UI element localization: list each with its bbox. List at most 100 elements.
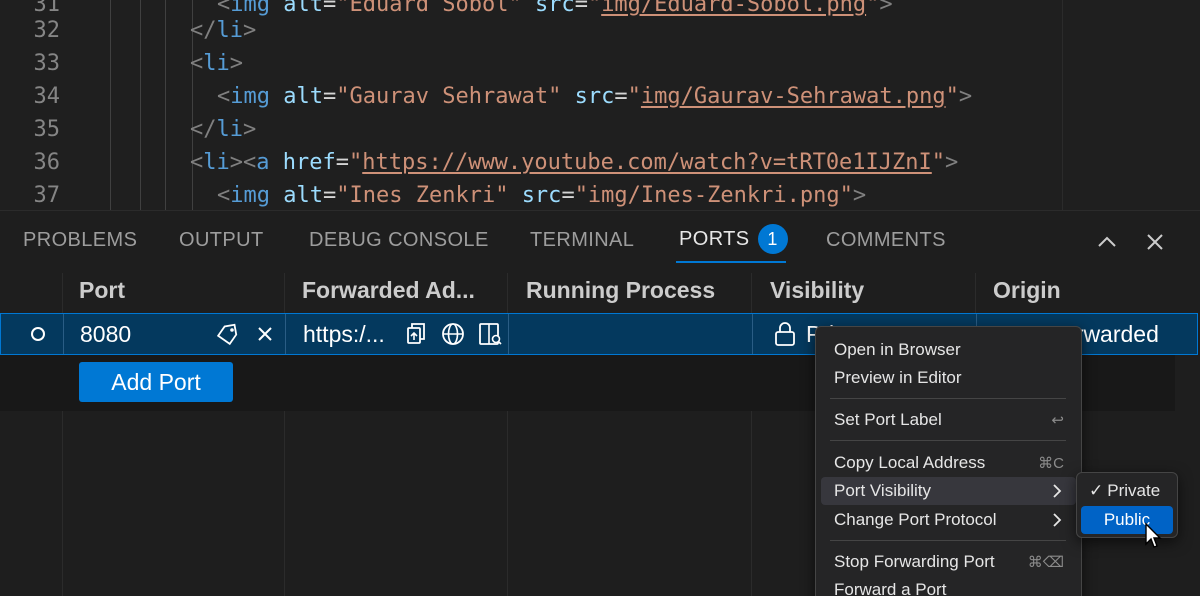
maximize-panel-button[interactable]: [1092, 227, 1122, 257]
column-header-port[interactable]: Port: [79, 277, 125, 304]
preview-in-editor-button[interactable]: [477, 314, 503, 354]
tab-problems[interactable]: PROBLEMS: [23, 229, 137, 252]
code-text: <li>: [190, 47, 243, 81]
code-token: ": [931, 150, 946, 175]
code-editor[interactable]: 31 <img alt="Eduard Sobol" src="img/Eduar…: [0, 0, 1200, 210]
code-token: ><: [229, 150, 257, 175]
code-token: </: [190, 18, 217, 43]
tab-label: TERMINAL: [530, 229, 635, 251]
code-token: li: [216, 117, 244, 142]
code-token[interactable]: img/Gaurav-Sehrawat.png: [641, 84, 946, 109]
code-line[interactable]: 33 <li>: [0, 47, 1200, 81]
code-token: li: [203, 150, 230, 175]
cell-divider: [508, 314, 509, 354]
minimap-border: [1062, 0, 1063, 210]
code-token: alt: [283, 183, 323, 208]
add-port-button[interactable]: Add Port: [79, 362, 233, 402]
check-icon: ✓: [1089, 481, 1104, 500]
submenu-item-private[interactable]: ✓ Private: [1081, 477, 1173, 505]
code-line[interactable]: 35 </li>: [0, 113, 1200, 147]
code-token: "img/Ines-Zenkri.png": [574, 183, 853, 208]
menu-separator: [830, 398, 1066, 399]
column-header-visibility[interactable]: Visibility: [770, 277, 864, 304]
menu-item-set-port-label[interactable]: Set Port Label ↩: [821, 406, 1076, 434]
code-line[interactable]: 32 </li>: [0, 14, 1200, 48]
preview-icon: [479, 323, 502, 345]
code-token: src: [574, 84, 615, 109]
tab-comments[interactable]: COMMENTS: [826, 229, 946, 252]
column-header-running-process[interactable]: Running Process: [526, 277, 715, 304]
menu-item-forward-a-port[interactable]: Forward a Port: [821, 576, 1076, 596]
code-token: >: [958, 84, 973, 109]
code-token: >: [243, 117, 257, 142]
code-line[interactable]: 36 <li><a href="https://www.youtube.com/w…: [0, 146, 1200, 180]
code-token: "Gaurav Sehrawat": [336, 84, 562, 109]
tab-label: PROBLEMS: [23, 229, 138, 251]
circle-icon: [31, 327, 45, 341]
tab-label: DEBUG CONSOLE: [309, 229, 489, 251]
ports-count-badge: 1: [757, 224, 788, 254]
chevron-right-icon: [1053, 513, 1062, 527]
menu-item-port-visibility[interactable]: Port Visibility: [821, 477, 1076, 505]
set-label-button[interactable]: [215, 314, 241, 354]
tab-output[interactable]: OUTPUT: [179, 229, 264, 252]
copy-address-button[interactable]: [403, 314, 429, 354]
menu-separator: [830, 540, 1066, 541]
menu-item-copy-local-address[interactable]: Copy Local Address ⌘C: [821, 449, 1076, 477]
code-token: >: [852, 183, 867, 208]
tab-terminal[interactable]: TERMINAL: [530, 229, 634, 252]
tab-debug-console[interactable]: DEBUG CONSOLE: [309, 229, 489, 252]
menu-item-stop-forwarding-port[interactable]: Stop Forwarding Port ⌘⌫: [821, 548, 1076, 576]
menu-item-change-port-protocol[interactable]: Change Port Protocol: [821, 506, 1076, 534]
code-token: a: [256, 150, 270, 175]
mouse-pointer-icon: [1145, 522, 1162, 548]
code-token: alt: [283, 84, 323, 109]
panel-tabs: PROBLEMS OUTPUT DEBUG CONSOLE TERMINAL P…: [0, 211, 1200, 267]
close-panel-button[interactable]: [1140, 227, 1170, 257]
menu-item-label: Copy Local Address: [834, 453, 986, 472]
stop-forwarding-button[interactable]: [254, 314, 276, 354]
code-token: =: [561, 183, 575, 208]
code-token: ": [348, 150, 363, 175]
forwarded-address-value[interactable]: https:/...: [303, 314, 385, 354]
code-line[interactable]: 34 <img alt="Gaurav Sehrawat" src="img/Ga…: [0, 80, 1200, 114]
cell-divider: [63, 314, 64, 354]
line-number: 34: [33, 84, 61, 109]
menu-item-label: Change Port Protocol: [834, 510, 997, 529]
code-text: </li>: [190, 113, 256, 147]
column-header-forwarded-address[interactable]: Forwarded Ad...: [302, 277, 475, 304]
code-token: <: [190, 51, 204, 76]
menu-item-open-in-browser[interactable]: Open in Browser: [821, 336, 1076, 364]
tab-label: PORTS: [679, 227, 750, 250]
active-tab-indicator: [676, 261, 786, 263]
open-in-browser-button[interactable]: [440, 314, 466, 354]
code-token: >: [945, 150, 959, 175]
close-icon: [1147, 234, 1163, 250]
line-number: 37: [33, 183, 61, 208]
menu-item-label: Set Port Label: [834, 410, 942, 429]
code-token: >: [229, 51, 243, 76]
tab-ports[interactable]: PORTS 1: [679, 224, 788, 254]
chevron-up-icon: [1098, 236, 1116, 247]
keyboard-shortcut: ⌘⌫: [1027, 554, 1064, 571]
menu-item-preview-in-editor[interactable]: Preview in Editor: [821, 364, 1076, 392]
tab-label: OUTPUT: [179, 229, 264, 251]
tab-label: COMMENTS: [826, 229, 946, 251]
code-token: =: [323, 183, 337, 208]
code-text: <img alt="Gaurav Sehrawat" src="img/Gaur…: [217, 80, 972, 114]
chevron-right-icon: [1053, 484, 1062, 498]
line-number: 36: [33, 150, 61, 175]
copy-icon: [407, 323, 425, 344]
keyboard-shortcut: ⌘C: [1038, 455, 1064, 472]
code-token: <: [190, 150, 204, 175]
code-token[interactable]: https://www.youtube.com/watch?v=tRT0e1IJ…: [362, 150, 932, 175]
cell-divider: [752, 314, 753, 354]
close-icon: [258, 327, 272, 341]
code-line[interactable]: 37 <img alt="Ines Zenkri" src="img/Ines-Z…: [0, 179, 1200, 210]
menu-item-label: Port Visibility: [834, 481, 931, 500]
column-header-origin[interactable]: Origin: [993, 277, 1061, 304]
menu-item-label: Preview in Editor: [834, 368, 962, 387]
port-status-cell: [29, 314, 47, 354]
line-number: 33: [33, 51, 61, 76]
